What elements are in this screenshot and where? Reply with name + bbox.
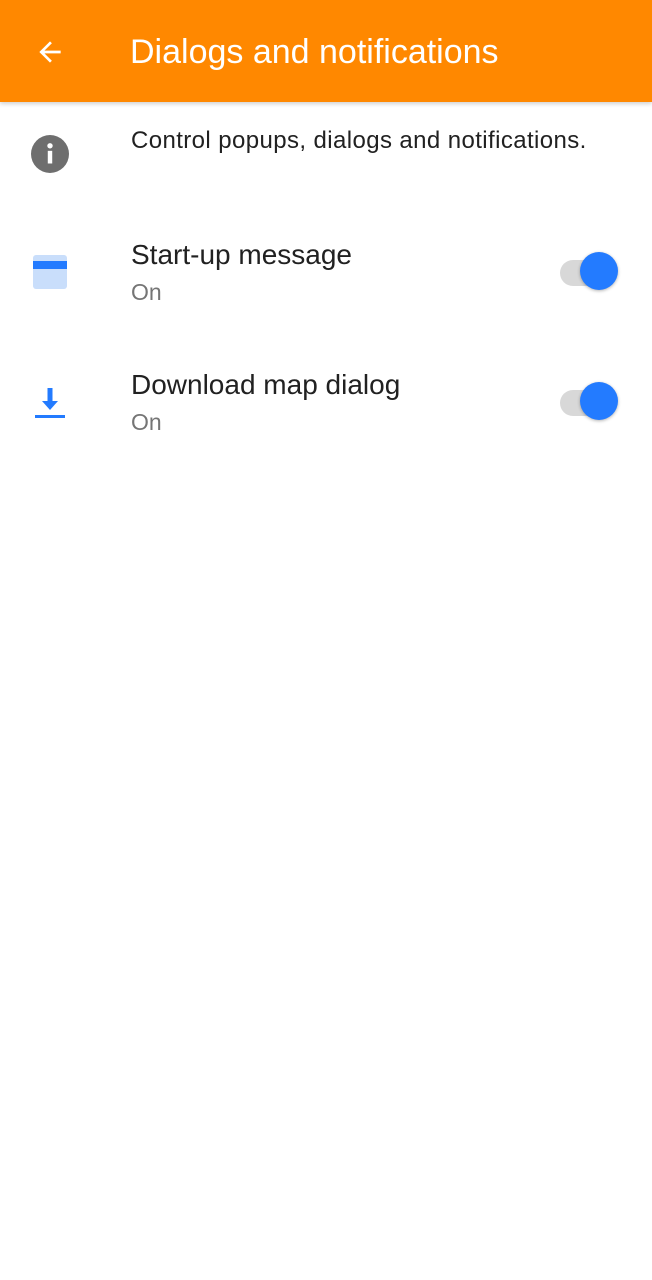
setting-title: Start-up message [131,239,352,270]
setting-title: Download map dialog [131,369,401,400]
switch-thumb [580,382,618,420]
info-row: Control popups, dialogs and notification… [0,102,652,208]
download-icon [35,388,65,418]
toolbar: Dialogs and notifications [0,0,652,102]
download-map-dialog-toggle[interactable] [556,382,620,422]
startup-message-toggle[interactable] [556,252,620,292]
setting-status: On [131,409,162,435]
app-screen: Dialogs and notifications Control popups… [0,0,652,1280]
startup-message-icon [33,255,67,289]
back-button[interactable] [22,24,78,80]
setting-status: On [131,279,162,305]
page-title: Dialogs and notifications [130,33,499,71]
info-icon [31,135,69,173]
arrow-back-icon [39,41,61,63]
setting-row-download-map-dialog[interactable]: Download map dialog On [0,338,652,468]
info-description: Control popups, dialogs and notification… [131,127,587,154]
setting-row-startup-message[interactable]: Start-up message On [0,208,652,338]
switch-thumb [580,252,618,290]
